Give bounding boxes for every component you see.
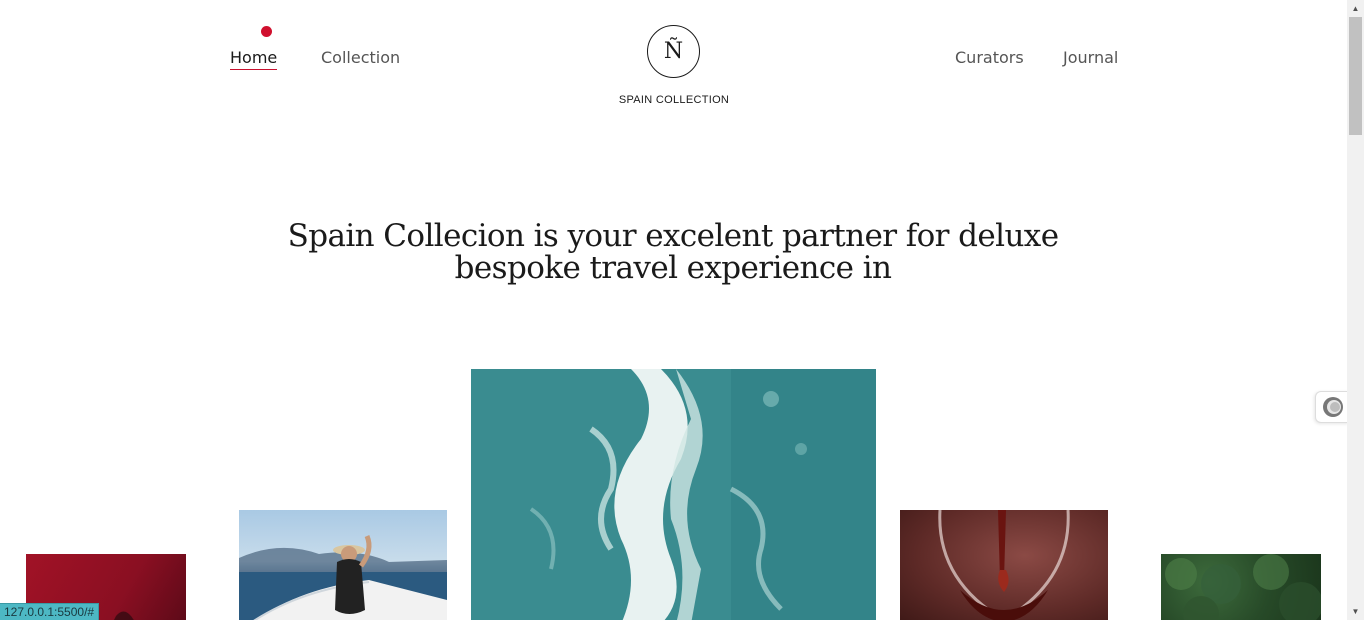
logo-mark[interactable]: Ñ (647, 25, 700, 78)
gallery-image-boat (239, 510, 447, 620)
status-bar-url: 127.0.0.1:5500/# (0, 603, 100, 620)
gallery-image-ocean (471, 369, 876, 620)
active-indicator-dot (261, 26, 272, 37)
scrollbar-thumb[interactable] (1349, 17, 1362, 135)
nav-curators-link[interactable]: Curators (955, 48, 1024, 67)
scroll-up-arrow-icon[interactable]: ▲ (1347, 0, 1364, 17)
vertical-scrollbar[interactable]: ▲ ▼ (1347, 0, 1364, 620)
scroll-down-arrow-icon[interactable]: ▼ (1347, 603, 1364, 620)
circle-icon (1322, 397, 1343, 417)
gallery-image-forest (1161, 554, 1321, 620)
nav-home-link[interactable]: Home (230, 48, 278, 70)
nav-journal-link[interactable]: Journal (1063, 48, 1118, 67)
logo-text: SPAIN COLLECTION (618, 94, 730, 106)
logo-letter: Ñ (663, 39, 684, 64)
hero-title: Spain Collecion is your excelent partner… (287, 218, 1059, 286)
gallery-image-wine (900, 510, 1108, 620)
nav-collection-link[interactable]: Collection (321, 48, 400, 67)
side-widget-button[interactable] (1315, 391, 1349, 423)
